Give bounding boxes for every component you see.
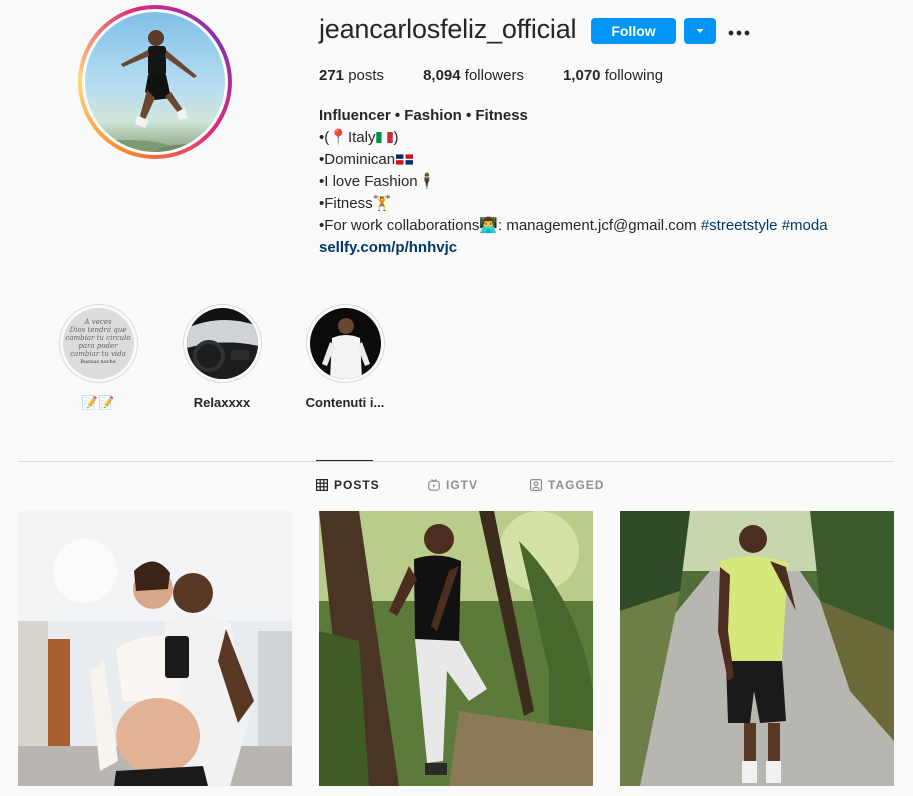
tab-igtv[interactable]: IGTV (428, 478, 478, 492)
followers-count: 8,094 (423, 67, 461, 84)
italy-flag-icon (375, 129, 394, 146)
profile-bio: Influencer • Fashion • Fitness •(📍Italy)… (319, 105, 828, 259)
quote-line: cambiar tu vida (70, 350, 126, 358)
man-in-suit-icon: 🕴 (417, 173, 437, 190)
following-stat[interactable]: 1,070 following (563, 67, 663, 84)
quote-line: Dios tendrá que (69, 326, 127, 334)
grid-icon (316, 479, 328, 491)
profile-username: jeancarlosfeliz_official (319, 14, 577, 44)
suggested-accounts-dropdown-button[interactable] (684, 18, 716, 44)
following-count: 1,070 (562, 67, 601, 84)
bio-dominican-text: •Dominican (319, 151, 396, 168)
tabs-divider (18, 461, 894, 462)
posts-count-stat: 271 posts (319, 67, 384, 84)
post-thumbnail[interactable] (620, 511, 894, 786)
highlight-label: Contenuti i... (305, 395, 385, 410)
story-highlight-1[interactable]: A veces Dios tendrá que cambiar tu circu… (48, 304, 148, 411)
story-highlight-3[interactable]: Contenuti i... (295, 304, 395, 410)
bio-fashion-text: •I love Fashion (319, 173, 418, 190)
bio-work-prefix: •For work collaborations (319, 217, 480, 234)
bio-italy-text: Italy (347, 129, 376, 146)
profile-external-link[interactable]: sellfy.com/p/hnhvjc (319, 237, 828, 259)
posts-label: posts (348, 67, 385, 84)
more-options-icon (728, 24, 750, 39)
follow-button[interactable]: Follow (591, 18, 676, 44)
hashtag-streetstyle-link[interactable]: #streetstyle (701, 217, 778, 234)
quote-line: A veces (84, 318, 112, 326)
tab-posts[interactable]: POSTS (316, 478, 380, 492)
post-thumbnail[interactable] (319, 511, 593, 786)
round-pushpin-icon: 📍 (329, 129, 348, 146)
quote-line: Buenas noche (80, 359, 116, 365)
followers-stat[interactable]: 8,094 followers (423, 67, 524, 84)
igtv-icon (428, 479, 440, 491)
highlight-cover-car-interior (186, 308, 258, 379)
tab-igtv-label: IGTV (446, 478, 479, 492)
tab-posts-label: POSTS (334, 478, 380, 492)
bio-line-dominican: •Dominican (319, 149, 828, 171)
highlight-cover-man-white-shirt (309, 308, 381, 379)
weightlifter-icon: 🏋 (372, 195, 392, 212)
chevron-down-icon (695, 24, 705, 39)
profile-stats: 271 posts 8,094 followers 1,070 followin… (319, 67, 702, 84)
bio-work-email: : management.jcf@gmail.com (498, 217, 697, 234)
bio-line-prefix: •( (319, 129, 330, 146)
bio-line-fitness: •Fitness🏋 (319, 193, 828, 215)
highlight-cover-ring (182, 304, 262, 383)
person-at-desk-icon: 👨‍💻 (479, 217, 498, 234)
highlight-cover-ring (305, 304, 385, 383)
dominican-republic-flag-icon (395, 151, 414, 168)
bio-line-suffix: ) (393, 129, 399, 146)
quote-line: para poder (78, 342, 118, 350)
bio-line-italy: •(📍Italy) (319, 127, 828, 149)
highlight-cover-ring: A veces Dios tendrá que cambiar tu circu… (58, 304, 138, 383)
hashtag-moda-link[interactable]: #moda (782, 217, 828, 234)
posts-count: 271 (319, 67, 345, 84)
followers-label: followers (464, 67, 524, 84)
story-highlight-2[interactable]: Relaxxxx (172, 304, 272, 410)
quote-line: cambiar tu circulo (65, 334, 131, 342)
profile-avatar (85, 12, 225, 152)
tab-tagged-label: TAGGED (548, 478, 605, 492)
bio-line-fashion: •I love Fashion🕴 (319, 171, 828, 193)
tagged-person-icon (530, 479, 542, 491)
active-tab-indicator (316, 460, 373, 461)
tab-tagged[interactable]: TAGGED (530, 478, 604, 492)
bio-line-work: •For work collaborations👨‍💻: management.… (319, 215, 828, 237)
highlight-cover-quote: A veces Dios tendrá que cambiar tu circu… (62, 308, 134, 379)
highlight-label: Relaxxxx (193, 395, 251, 410)
following-label: following (604, 67, 664, 84)
more-options-button[interactable] (726, 18, 752, 44)
post-thumbnail[interactable] (18, 511, 292, 786)
profile-avatar-ring[interactable] (78, 5, 232, 159)
profile-fullname: Influencer • Fashion • Fitness (319, 107, 528, 124)
highlight-label: 📝📝 (81, 395, 115, 410)
bio-fitness-text: •Fitness (319, 195, 373, 212)
